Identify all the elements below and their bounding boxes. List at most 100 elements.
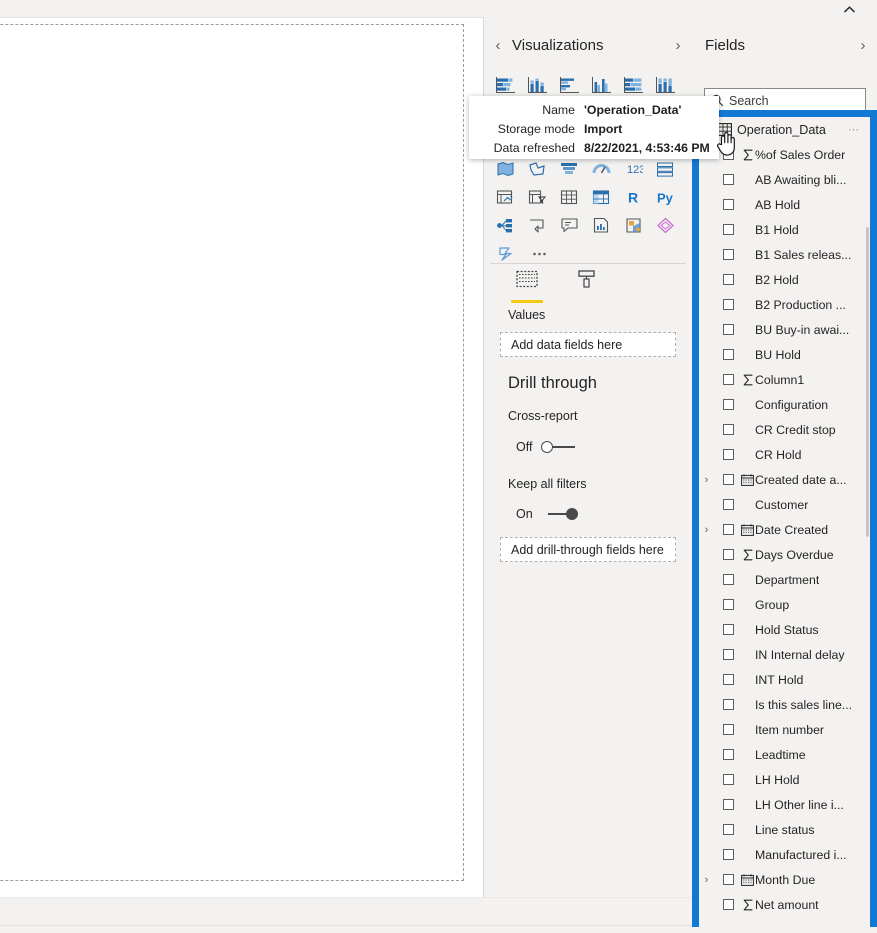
field-row[interactable]: CR Hold: [699, 442, 870, 467]
gauge-icon[interactable]: [588, 156, 615, 182]
field-checkbox[interactable]: [723, 549, 734, 560]
field-row[interactable]: › Created date a...: [699, 467, 870, 492]
field-checkbox[interactable]: [723, 499, 734, 510]
field-row[interactable]: CR Credit stop: [699, 417, 870, 442]
format-tab[interactable]: [568, 269, 606, 305]
field-row[interactable]: Column1: [699, 367, 870, 392]
field-row[interactable]: Configuration: [699, 392, 870, 417]
field-checkbox[interactable]: [723, 624, 734, 635]
keep-all-filters-toggle-row[interactable]: On: [516, 507, 578, 521]
field-row[interactable]: B2 Hold: [699, 267, 870, 292]
kpi-icon[interactable]: [492, 184, 519, 210]
multi-row-card-icon[interactable]: [652, 156, 679, 182]
q-and-a-icon[interactable]: [556, 212, 583, 238]
field-checkbox[interactable]: [723, 349, 734, 360]
report-page-canvas[interactable]: [0, 24, 464, 881]
funnel-chart-icon[interactable]: [556, 156, 583, 182]
field-row[interactable]: AB Awaiting bli...: [699, 167, 870, 192]
chevron-right-icon[interactable]: ›: [699, 874, 714, 886]
fields-well-tab[interactable]: [508, 269, 546, 305]
field-checkbox[interactable]: [723, 424, 734, 435]
field-row[interactable]: Net amount: [699, 892, 870, 917]
field-checkbox[interactable]: [723, 324, 734, 335]
field-row[interactable]: Line status: [699, 817, 870, 842]
field-row[interactable]: B2 Production ...: [699, 292, 870, 317]
key-influencers-icon[interactable]: [492, 212, 519, 238]
field-checkbox[interactable]: [723, 749, 734, 760]
chevron-right-icon[interactable]: ›: [699, 474, 714, 486]
field-checkbox[interactable]: [723, 274, 734, 285]
decomposition-tree-icon[interactable]: [524, 212, 551, 238]
stacked-column-chart-icon[interactable]: [524, 72, 551, 98]
chevron-left-icon[interactable]: ‹: [484, 37, 512, 54]
cross-report-toggle-row[interactable]: Off: [516, 440, 577, 454]
field-row[interactable]: Item number: [699, 717, 870, 742]
field-row[interactable]: LH Other line i...: [699, 792, 870, 817]
field-checkbox[interactable]: [723, 799, 734, 810]
field-checkbox[interactable]: [723, 449, 734, 460]
field-row[interactable]: › Date Created: [699, 517, 870, 542]
field-row[interactable]: BU Hold: [699, 342, 870, 367]
paginated-report-icon[interactable]: [620, 212, 647, 238]
field-checkbox[interactable]: [723, 774, 734, 785]
field-row[interactable]: Is this sales line...: [699, 692, 870, 717]
ellipsis-icon[interactable]: ⋯: [848, 123, 860, 136]
chevron-right-icon[interactable]: ›: [849, 37, 877, 54]
field-checkbox[interactable]: [723, 724, 734, 735]
field-row[interactable]: AB Hold: [699, 192, 870, 217]
cross-report-toggle[interactable]: [541, 441, 577, 453]
table-icon[interactable]: [556, 184, 583, 210]
chevron-right-icon[interactable]: ›: [664, 37, 692, 54]
r-visual-icon[interactable]: R: [620, 184, 647, 210]
field-row[interactable]: Group: [699, 592, 870, 617]
filled-map-icon[interactable]: [492, 156, 519, 182]
keep-all-filters-toggle[interactable]: [542, 508, 578, 520]
field-checkbox[interactable]: [723, 899, 734, 910]
field-row[interactable]: Manufactured i...: [699, 842, 870, 867]
field-row[interactable]: › Month Due: [699, 867, 870, 892]
stacked-bar-chart-icon[interactable]: [492, 72, 519, 98]
field-checkbox[interactable]: [723, 399, 734, 410]
field-checkbox[interactable]: [723, 574, 734, 585]
chevron-right-icon[interactable]: ›: [699, 524, 714, 536]
report-canvas-area[interactable]: canvas.: [0, 17, 484, 897]
field-row[interactable]: B1 Hold: [699, 217, 870, 242]
fields-table-operation-data[interactable]: ▾ Operation_Data ⋯: [699, 117, 870, 142]
python-visual-icon[interactable]: Py: [652, 184, 679, 210]
fields-list[interactable]: ▾ Operation_Data ⋯ %of Sales Order AB Awa…: [699, 117, 870, 927]
arcgis-maps-icon[interactable]: [652, 212, 679, 238]
fields-list-scrollbar[interactable]: [866, 227, 869, 537]
field-row[interactable]: Department: [699, 567, 870, 592]
field-checkbox[interactable]: [723, 649, 734, 660]
field-row[interactable]: %of Sales Order: [699, 142, 870, 167]
chevron-up-icon[interactable]: [839, 1, 859, 17]
field-row[interactable]: LH Hold: [699, 767, 870, 792]
field-checkbox[interactable]: [723, 674, 734, 685]
field-checkbox[interactable]: [723, 174, 734, 185]
field-checkbox[interactable]: [723, 299, 734, 310]
field-checkbox[interactable]: [723, 699, 734, 710]
shape-map-icon[interactable]: [524, 156, 551, 182]
field-checkbox[interactable]: [723, 874, 734, 885]
field-checkbox[interactable]: [723, 474, 734, 485]
slicer-icon[interactable]: [524, 184, 551, 210]
field-row[interactable]: INT Hold: [699, 667, 870, 692]
hundred-percent-stacked-bar-chart-icon[interactable]: [620, 72, 647, 98]
field-checkbox[interactable]: [723, 524, 734, 535]
field-checkbox[interactable]: [723, 224, 734, 235]
field-row[interactable]: Hold Status: [699, 617, 870, 642]
hundred-percent-stacked-column-chart-icon[interactable]: [652, 72, 679, 98]
clustered-bar-chart-icon[interactable]: [556, 72, 583, 98]
field-checkbox[interactable]: [723, 149, 734, 160]
field-row[interactable]: Days Overdue: [699, 542, 870, 567]
field-checkbox[interactable]: [723, 374, 734, 385]
field-row[interactable]: Customer: [699, 492, 870, 517]
field-checkbox[interactable]: [723, 849, 734, 860]
drill-through-dropzone[interactable]: Add drill-through fields here: [500, 537, 676, 562]
field-checkbox[interactable]: [723, 249, 734, 260]
field-row[interactable]: IN Internal delay: [699, 642, 870, 667]
field-checkbox[interactable]: [723, 824, 734, 835]
field-row[interactable]: B1 Sales releas...: [699, 242, 870, 267]
card-icon[interactable]: 123: [620, 156, 647, 182]
field-row[interactable]: BU Buy-in awai...: [699, 317, 870, 342]
